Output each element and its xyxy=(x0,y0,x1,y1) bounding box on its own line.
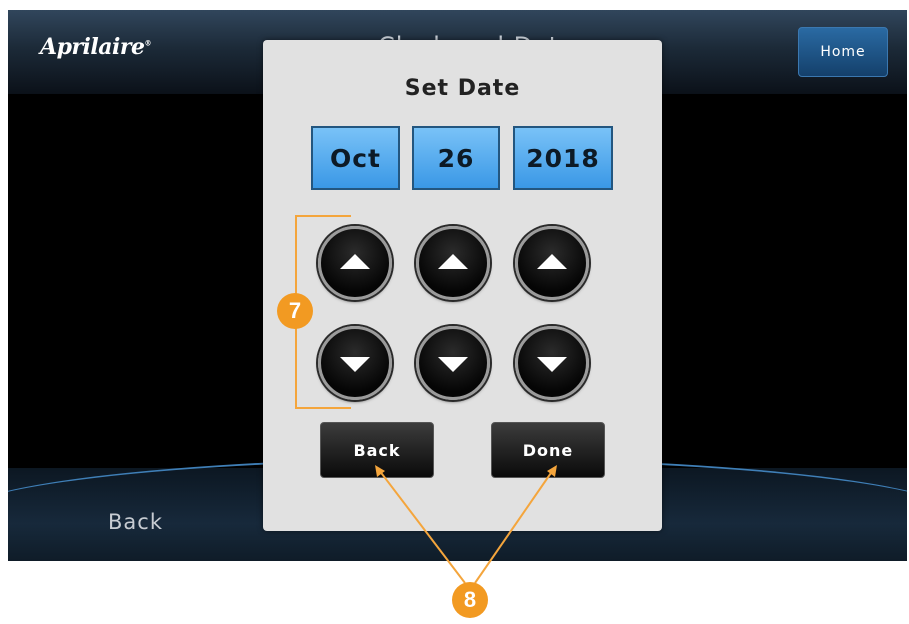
callout-leader-lines xyxy=(375,465,557,584)
callout-8-badge: 8 xyxy=(452,582,488,618)
